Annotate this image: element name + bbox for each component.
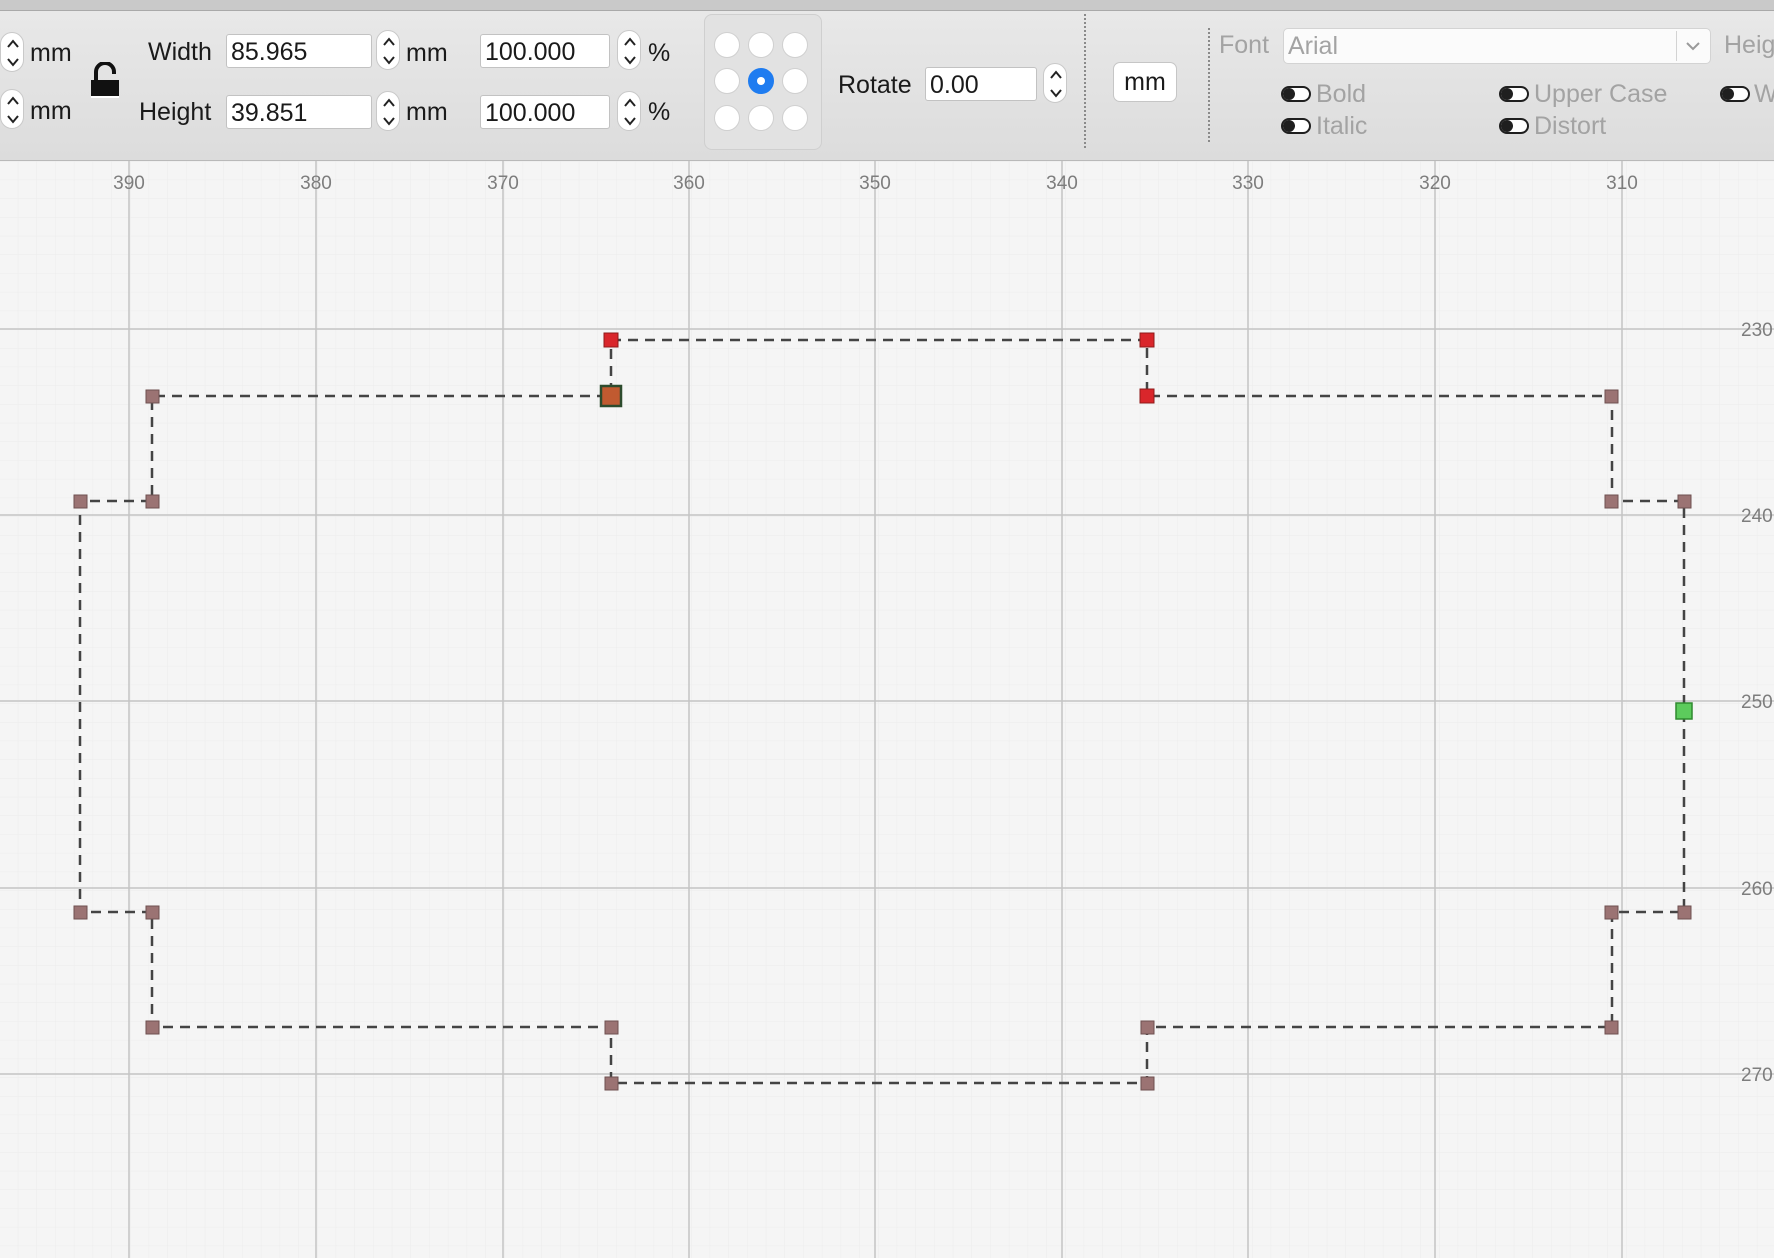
distort-toggle[interactable] xyxy=(1499,118,1529,134)
ruler-x-370: 370 xyxy=(487,173,519,194)
x-unit-label: mm xyxy=(30,39,72,67)
node[interactable] xyxy=(145,389,160,404)
bold-toggle[interactable] xyxy=(1281,86,1311,102)
node[interactable] xyxy=(1604,389,1619,404)
font-select-value: Arial xyxy=(1288,32,1339,60)
upper-case-label: Upper Case xyxy=(1534,80,1668,108)
height-percent-input[interactable]: 100.000 xyxy=(480,95,610,129)
anchor-top-left[interactable] xyxy=(714,32,740,58)
rotate-input[interactable]: 0.00 xyxy=(925,67,1037,101)
node[interactable] xyxy=(1140,1076,1155,1091)
node[interactable] xyxy=(1604,905,1619,920)
rotate-stepper[interactable] xyxy=(1043,63,1067,103)
toolbar: mm mm Width 85.965 mm Height 39.851 mm 1… xyxy=(0,0,1774,161)
ruler-y-230: 230 xyxy=(1741,320,1773,341)
node[interactable] xyxy=(1677,905,1692,920)
node[interactable] xyxy=(1604,1020,1619,1035)
width-percent-sign: % xyxy=(648,39,671,67)
anchor-bottom-left[interactable] xyxy=(714,105,740,131)
chevron-down-icon[interactable] xyxy=(1676,31,1709,61)
welded-label: W xyxy=(1754,79,1774,109)
node-start[interactable] xyxy=(1675,702,1693,720)
ruler-x-360: 360 xyxy=(673,173,705,194)
rotate-label: Rotate xyxy=(838,71,912,99)
minor-grid xyxy=(0,161,1774,1258)
node[interactable] xyxy=(145,905,160,920)
font-label: Font xyxy=(1219,31,1270,59)
anchor-middle-left[interactable] xyxy=(714,68,740,94)
height-label: Height xyxy=(139,98,212,126)
toolbar-divider xyxy=(1084,14,1086,148)
italic-toggle[interactable] xyxy=(1281,118,1311,134)
node[interactable] xyxy=(145,1020,160,1035)
height-stepper[interactable] xyxy=(376,91,400,131)
node-current[interactable] xyxy=(599,384,623,408)
anchor-middle-right[interactable] xyxy=(782,68,808,94)
toolbar-divider-2 xyxy=(1208,28,1210,142)
node[interactable] xyxy=(604,1020,619,1035)
ruler-x-350: 350 xyxy=(859,173,891,194)
node[interactable] xyxy=(145,494,160,509)
width-unit-label: mm xyxy=(406,39,448,67)
node[interactable] xyxy=(1604,494,1619,509)
font-select[interactable]: Arial xyxy=(1283,28,1711,64)
node[interactable] xyxy=(1140,1020,1155,1035)
y-unit-label: mm xyxy=(30,97,72,125)
node[interactable] xyxy=(73,905,88,920)
node-selected[interactable] xyxy=(603,332,619,348)
y-position-stepper[interactable] xyxy=(0,89,24,129)
design-canvas[interactable]: 390 380 370 360 350 340 330 320 310 230 … xyxy=(0,161,1774,1258)
ruler-x-340: 340 xyxy=(1046,173,1078,194)
ruler-x-320: 320 xyxy=(1419,173,1451,194)
ruler-y-250: 250 xyxy=(1741,692,1773,713)
anchor-center[interactable] xyxy=(748,68,774,94)
ruler-x-380: 380 xyxy=(300,173,332,194)
canvas-drawing: 390 380 370 360 350 340 330 320 310 230 … xyxy=(0,161,1774,1258)
ruler-x-310: 310 xyxy=(1606,173,1638,194)
bold-label: Bold xyxy=(1316,80,1367,108)
anchor-bottom-center[interactable] xyxy=(748,105,774,131)
welded-toggle[interactable] xyxy=(1720,86,1750,102)
node-selected[interactable] xyxy=(1139,388,1155,404)
distort-label: Distort xyxy=(1534,112,1607,140)
x-position-stepper[interactable] xyxy=(0,32,24,72)
anchor-bottom-right[interactable] xyxy=(782,105,808,131)
node[interactable] xyxy=(73,494,88,509)
menu-strip xyxy=(0,0,1774,11)
height-percent-sign: % xyxy=(648,98,671,126)
ruler-y-260: 260 xyxy=(1741,879,1773,900)
node[interactable] xyxy=(604,1076,619,1091)
height-input[interactable]: 39.851 xyxy=(226,95,372,129)
node-selected[interactable] xyxy=(1139,332,1155,348)
lock-ratio-icon[interactable] xyxy=(88,61,122,102)
font-height-label: Heig xyxy=(1724,31,1774,59)
ruler-x-390: 390 xyxy=(113,173,145,194)
ruler-y-240: 240 xyxy=(1741,506,1773,527)
units-button[interactable]: mm xyxy=(1113,62,1177,102)
italic-label: Italic xyxy=(1316,112,1368,140)
anchor-top-right[interactable] xyxy=(782,32,808,58)
width-input[interactable]: 85.965 xyxy=(226,34,372,68)
width-percent-stepper[interactable] xyxy=(617,30,641,70)
units-button-label: mm xyxy=(1124,68,1166,96)
upper-case-toggle[interactable] xyxy=(1499,86,1529,102)
width-label: Width xyxy=(148,38,212,66)
node[interactable] xyxy=(1677,494,1692,509)
ruler-y-270: 270 xyxy=(1741,1065,1773,1086)
ruler-x-330: 330 xyxy=(1232,173,1264,194)
anchor-top-center[interactable] xyxy=(748,32,774,58)
height-percent-stepper[interactable] xyxy=(617,91,641,131)
width-stepper[interactable] xyxy=(376,30,400,70)
height-unit-label: mm xyxy=(406,98,448,126)
width-percent-input[interactable]: 100.000 xyxy=(480,34,610,68)
